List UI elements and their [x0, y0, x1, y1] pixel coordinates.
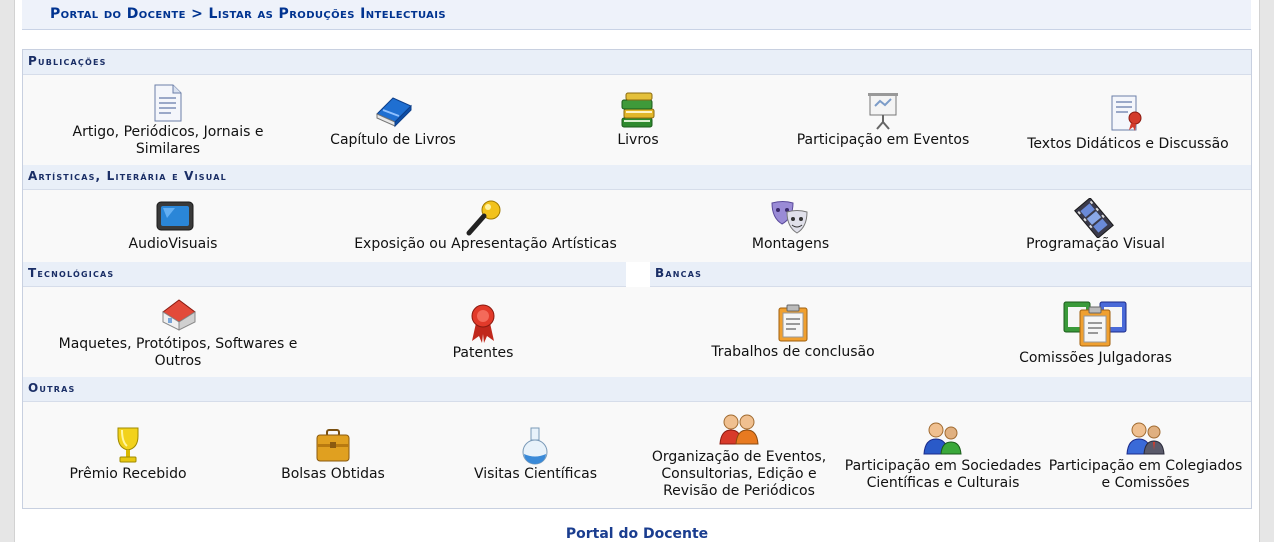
link-comissoes-julgadoras[interactable]: Comissões Julgadoras [1008, 296, 1183, 367]
link-audiovisuais[interactable]: AudioVisuais [103, 200, 243, 253]
presentation-board-icon [868, 93, 898, 130]
link-capitulo-livros[interactable]: Capítulo de Livros [313, 92, 473, 149]
footer-portal-link[interactable]: Portal do Docente [0, 526, 1274, 542]
page-title: Portal do Docente > Listar as Produções … [50, 6, 447, 22]
item-label: Prêmio Recebido [69, 466, 187, 482]
link-organizacao-eventos[interactable]: Organização de Eventos, Consultorias, Ed… [643, 412, 835, 500]
section-title: Outras [28, 381, 76, 395]
document-icon [154, 84, 182, 122]
productions-panel: Publicações Artigo, Periódicos, Jornais … [22, 49, 1252, 509]
section-title: Bancas [655, 266, 703, 280]
item-label: Bolsas Obtidas [281, 466, 385, 482]
section-header-artisticas: Artísticas, Literária e Visual [23, 165, 1251, 190]
section-header-outras: Outras [23, 377, 1251, 402]
house-model-icon [162, 299, 196, 331]
film-reel-icon [1074, 198, 1114, 238]
section-header-bancas: Bancas [650, 262, 1251, 287]
ribbon-award-icon [471, 304, 495, 343]
blue-book-icon [376, 97, 412, 128]
item-label: Programação Visual [1026, 236, 1165, 252]
item-label: Artigo, Periódicos, Jornais e Similares [72, 124, 264, 157]
item-label: Participação em Sociedades Científicas e… [844, 458, 1042, 491]
link-patentes[interactable]: Patentes [423, 303, 543, 362]
briefcase-icon [316, 429, 350, 462]
link-artigos[interactable]: Artigo, Periódicos, Jornais e Similares [43, 84, 293, 158]
item-label: Comissões Julgadoras [1019, 350, 1172, 366]
item-label: Montagens [751, 236, 830, 252]
tv-icon [156, 201, 194, 231]
certificate-document-icon [1111, 95, 1142, 131]
link-visitas-cientificas[interactable]: Visitas Científicas [463, 426, 608, 483]
item-label: Trabalhos de conclusão [711, 344, 875, 360]
item-label: Visitas Científicas [473, 466, 598, 482]
link-maquetes[interactable]: Maquetes, Protótipos, Softwares e Outros [53, 296, 303, 370]
section-title: Tecnológicas [28, 266, 115, 280]
people-pair-icon [719, 414, 759, 445]
page-frame-right [1259, 0, 1274, 542]
link-livros[interactable]: Livros [578, 92, 698, 149]
books-stack-icon [621, 92, 655, 128]
flask-icon [522, 427, 548, 465]
link-participacao-colegiados[interactable]: Participação em Colegiados e Comissões [1048, 420, 1243, 492]
link-participacao-eventos[interactable]: Participação em Eventos [783, 92, 983, 149]
section-header-tecnologicas: Tecnológicas [23, 262, 626, 287]
item-label: Organização de Eventos, Consultorias, Ed… [651, 449, 827, 499]
link-textos-didaticos[interactable]: Textos Didáticos e Discussão [1018, 94, 1238, 153]
clipboard-icon [778, 304, 808, 342]
page-frame-left [0, 0, 15, 542]
section-title: Publicações [28, 54, 107, 68]
section-header-publicacoes: Publicações [23, 50, 1251, 75]
item-label: AudioVisuais [128, 236, 218, 252]
link-premio-recebido[interactable]: Prêmio Recebido [63, 426, 193, 483]
people-group-icon [923, 422, 962, 455]
item-label: Patentes [452, 345, 514, 361]
microphone-icon [466, 200, 501, 236]
theater-masks-icon [771, 201, 808, 234]
item-label: Exposição ou Apresentação Artísticas [354, 236, 617, 252]
link-bolsas-obtidas[interactable]: Bolsas Obtidas [263, 428, 403, 483]
link-exposicao[interactable]: Exposição ou Apresentação Artísticas [343, 200, 628, 253]
item-label: Textos Didáticos e Discussão [1027, 136, 1229, 152]
people-meeting-icon [1126, 422, 1165, 455]
clipboards-group-icon [1063, 301, 1127, 347]
title-bar: Portal do Docente > Listar as Produções … [22, 0, 1251, 30]
link-participacao-sociedades[interactable]: Participação em Sociedades Científicas e… [843, 420, 1043, 492]
link-trabalhos-conclusao[interactable]: Trabalhos de conclusão [703, 304, 883, 361]
section-title: Artísticas, Literária e Visual [28, 169, 227, 183]
item-label: Capítulo de Livros [330, 132, 456, 148]
trophy-icon [117, 427, 139, 463]
section-divider [626, 262, 650, 287]
link-montagens[interactable]: Montagens [723, 200, 858, 253]
link-programacao-visual[interactable]: Programação Visual [1008, 198, 1183, 253]
item-label: Participação em Colegiados e Comissões [1048, 458, 1243, 491]
item-label: Maquetes, Protótipos, Softwares e Outros [58, 336, 298, 369]
item-label: Participação em Eventos [796, 132, 970, 148]
item-label: Livros [617, 132, 659, 148]
